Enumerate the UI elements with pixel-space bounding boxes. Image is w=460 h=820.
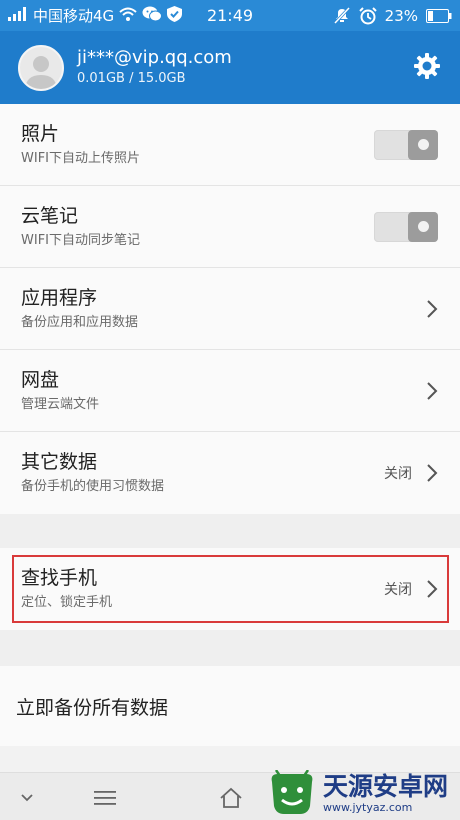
find-phone-group: 查找手机 定位、锁定手机 关闭	[0, 548, 460, 630]
wechat-icon	[142, 6, 163, 26]
watermark-title: 天源安卓网	[323, 772, 449, 801]
nav-collapse-button[interactable]	[14, 785, 40, 811]
shield-icon	[167, 5, 183, 26]
row-title: 应用程序	[21, 286, 98, 309]
chevron-right-icon	[427, 299, 438, 318]
battery-label: 23%	[384, 6, 418, 25]
backup-all-button[interactable]: 立即备份所有数据	[0, 666, 460, 746]
settings-button[interactable]	[412, 52, 442, 83]
carrier-label: 中国移动4G	[33, 7, 115, 25]
chevron-down-icon	[21, 794, 33, 802]
mute-icon	[333, 6, 351, 25]
alarm-icon	[358, 6, 377, 25]
menu-icon	[94, 791, 116, 805]
row-subtitle: 管理云端文件	[21, 396, 100, 412]
row-subtitle: 备份应用和应用数据	[21, 314, 139, 330]
storage-usage: 0.01GB / 15.0GB	[77, 71, 186, 86]
signal-icon	[8, 6, 28, 25]
photos-toggle[interactable]	[374, 129, 438, 160]
chevron-right-icon	[427, 580, 438, 598]
row-title: 网盘	[21, 368, 60, 391]
photos-row[interactable]: 照片 WIFI下自动上传照片	[0, 104, 460, 186]
site-watermark: 天源安卓网 www.jytyaz.com	[266, 768, 460, 820]
avatar[interactable]	[18, 44, 64, 91]
home-icon	[220, 787, 242, 808]
cloud-drive-row[interactable]: 网盘 管理云端文件	[0, 350, 460, 432]
find-phone-row[interactable]: 查找手机 定位、锁定手机 关闭	[0, 548, 460, 630]
account-header: ji***@vip.qq.com 0.01GB / 15.0GB	[0, 31, 460, 104]
other-data-row[interactable]: 其它数据 备份手机的使用习惯数据 关闭	[0, 432, 460, 514]
backup-options-group: 照片 WIFI下自动上传照片 云笔记 WIFI下自动同步笔记 应用程序 备份应用…	[0, 104, 460, 514]
gear-icon	[414, 52, 440, 83]
nav-menu-button[interactable]	[92, 785, 118, 811]
status-value: 关闭	[384, 582, 412, 598]
notes-toggle[interactable]	[374, 211, 438, 242]
toggle-knob	[408, 211, 438, 242]
nav-home-button[interactable]	[218, 785, 244, 811]
status-bar: 中国移动4G 21:49 23%	[0, 0, 460, 31]
section-divider	[0, 514, 460, 548]
chevron-right-icon	[427, 381, 438, 400]
apps-row[interactable]: 应用程序 备份应用和应用数据	[0, 268, 460, 350]
status-value: 关闭	[384, 466, 412, 482]
toggle-knob	[408, 129, 438, 160]
battery-icon	[426, 8, 452, 23]
account-email: ji***@vip.qq.com	[77, 47, 232, 68]
settings-list: 照片 WIFI下自动上传照片 云笔记 WIFI下自动同步笔记 应用程序 备份应用…	[0, 104, 460, 746]
watermark-logo	[271, 770, 313, 814]
notes-row[interactable]: 云笔记 WIFI下自动同步笔记	[0, 186, 460, 268]
section-divider	[0, 630, 460, 666]
chevron-right-icon	[427, 464, 438, 482]
wifi-icon	[119, 7, 137, 25]
watermark-url: www.jytyaz.com	[323, 801, 413, 814]
